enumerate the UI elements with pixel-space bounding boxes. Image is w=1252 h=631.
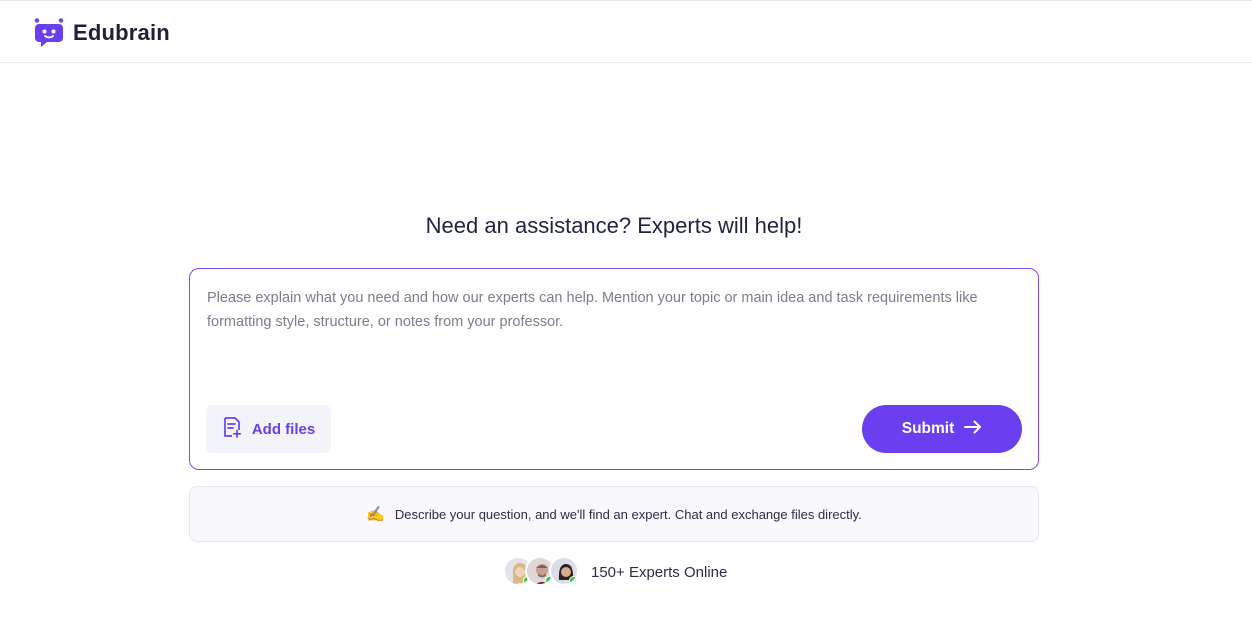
site-header: Edubrain bbox=[0, 3, 1252, 63]
info-text: Describe your question, and we'll find a… bbox=[394, 506, 862, 522]
writing-hand-icon: ✍️ bbox=[366, 505, 385, 523]
robot-chat-logo-icon bbox=[33, 17, 65, 49]
brand-logo[interactable]: Edubrain bbox=[33, 17, 170, 49]
expert-avatars bbox=[503, 556, 583, 588]
arrow-right-icon bbox=[964, 420, 982, 439]
request-textarea[interactable] bbox=[207, 286, 1022, 386]
file-plus-icon bbox=[222, 416, 242, 442]
expert-avatar-3 bbox=[549, 556, 579, 586]
experts-online: 150+ Experts Online bbox=[503, 556, 727, 588]
request-composer: Add files Submit bbox=[189, 268, 1039, 470]
submit-button[interactable]: Submit bbox=[862, 405, 1022, 453]
info-banner: ✍️ Describe your question, and we'll fin… bbox=[189, 486, 1039, 542]
add-files-button[interactable]: Add files bbox=[206, 405, 331, 453]
page-headline: Need an assistance? Experts will help! bbox=[425, 213, 803, 238]
add-files-label: Add files bbox=[251, 420, 316, 438]
experts-online-label: 150+ Experts Online bbox=[591, 563, 728, 581]
brand-name: Edubrain bbox=[73, 20, 170, 45]
submit-label: Submit bbox=[901, 420, 955, 437]
